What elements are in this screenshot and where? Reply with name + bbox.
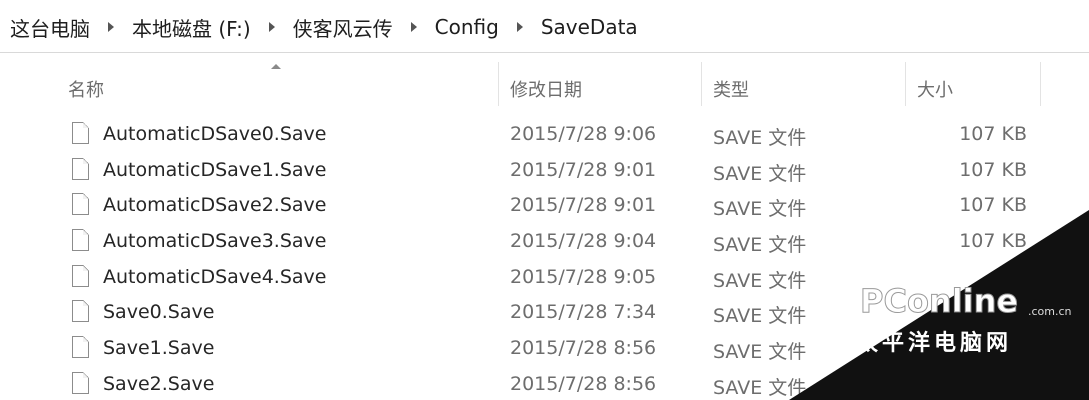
column-header-name[interactable]: 名称 (68, 76, 104, 102)
file-explorer-window: 这台电脑 本地磁盘 (F:) 侠客风云传 Config SaveData 名称 … (0, 0, 1089, 400)
watermark-domain: .com.cn (1028, 305, 1072, 318)
file-icon (72, 229, 89, 252)
file-icon (72, 264, 89, 287)
file-date: 2015/7/28 8:56 (510, 337, 657, 360)
file-icon (72, 193, 89, 216)
chevron-right-icon[interactable] (410, 22, 417, 32)
column-divider[interactable] (905, 62, 906, 106)
breadcrumb-item-savedata[interactable]: SaveData (539, 15, 640, 39)
sort-ascending-icon (271, 64, 281, 69)
column-header-type[interactable]: 类型 (713, 76, 749, 102)
file-date: 2015/7/28 7:34 (510, 301, 657, 324)
file-date: 2015/7/28 9:04 (510, 230, 657, 253)
file-name: AutomaticDSave4.Save (103, 265, 327, 288)
file-name: AutomaticDSave2.Save (103, 194, 327, 217)
file-date: 2015/7/28 9:06 (510, 123, 657, 145)
file-icon (72, 157, 89, 180)
breadcrumb: 这台电脑 本地磁盘 (F:) 侠客风云传 Config SaveData (8, 12, 640, 42)
file-name: AutomaticDSave1.Save (103, 158, 327, 181)
file-date: 2015/7/28 9:05 (510, 265, 657, 288)
file-row[interactable]: AutomaticDSave1.Save 2015/7/28 9:01 SAVE… (0, 154, 1089, 190)
file-name: AutomaticDSave3.Save (103, 230, 327, 253)
file-icon (72, 300, 89, 323)
file-name: Save1.Save (103, 337, 215, 360)
chevron-right-icon[interactable] (516, 22, 523, 32)
column-divider[interactable] (1040, 62, 1041, 106)
address-bar[interactable]: 这台电脑 本地磁盘 (F:) 侠客风云传 Config SaveData (0, 0, 1089, 53)
file-size: 107 KB (959, 158, 1027, 181)
watermark-text: 太平洋电脑网 (856, 331, 1013, 356)
file-name: AutomaticDSave0.Save (103, 123, 327, 145)
breadcrumb-item-config[interactable]: Config (433, 15, 501, 39)
column-header-size[interactable]: 大小 (917, 76, 953, 102)
svg-text:PConline: PConline (860, 282, 1018, 320)
file-row[interactable]: AutomaticDSave0.Save 2015/7/28 9:06 SAVE… (0, 118, 1089, 154)
file-size: 107 KB (959, 123, 1027, 145)
column-header-date[interactable]: 修改日期 (510, 76, 582, 102)
column-divider[interactable] (498, 62, 499, 106)
file-icon (72, 371, 89, 394)
file-date: 2015/7/28 8:56 (510, 372, 657, 395)
file-date: 2015/7/28 9:01 (510, 158, 657, 181)
file-icon (72, 122, 89, 144)
breadcrumb-item-this-pc[interactable]: 这台电脑 (8, 13, 92, 42)
file-date: 2015/7/28 9:01 (510, 194, 657, 217)
file-name: Save2.Save (103, 372, 215, 395)
breadcrumb-item-game-folder[interactable]: 侠客风云传 (291, 13, 395, 42)
file-name: Save0.Save (103, 301, 215, 324)
column-header-row: 名称 修改日期 类型 大小 (0, 58, 1089, 106)
chevron-right-icon[interactable] (108, 22, 114, 32)
column-divider[interactable] (701, 62, 702, 106)
file-icon (72, 336, 89, 359)
file-type: SAVE 文件 (713, 162, 807, 185)
breadcrumb-item-drive-f[interactable]: 本地磁盘 (F:) (130, 13, 253, 42)
chevron-right-icon[interactable] (268, 22, 275, 32)
file-type: SAVE 文件 (713, 127, 807, 149)
